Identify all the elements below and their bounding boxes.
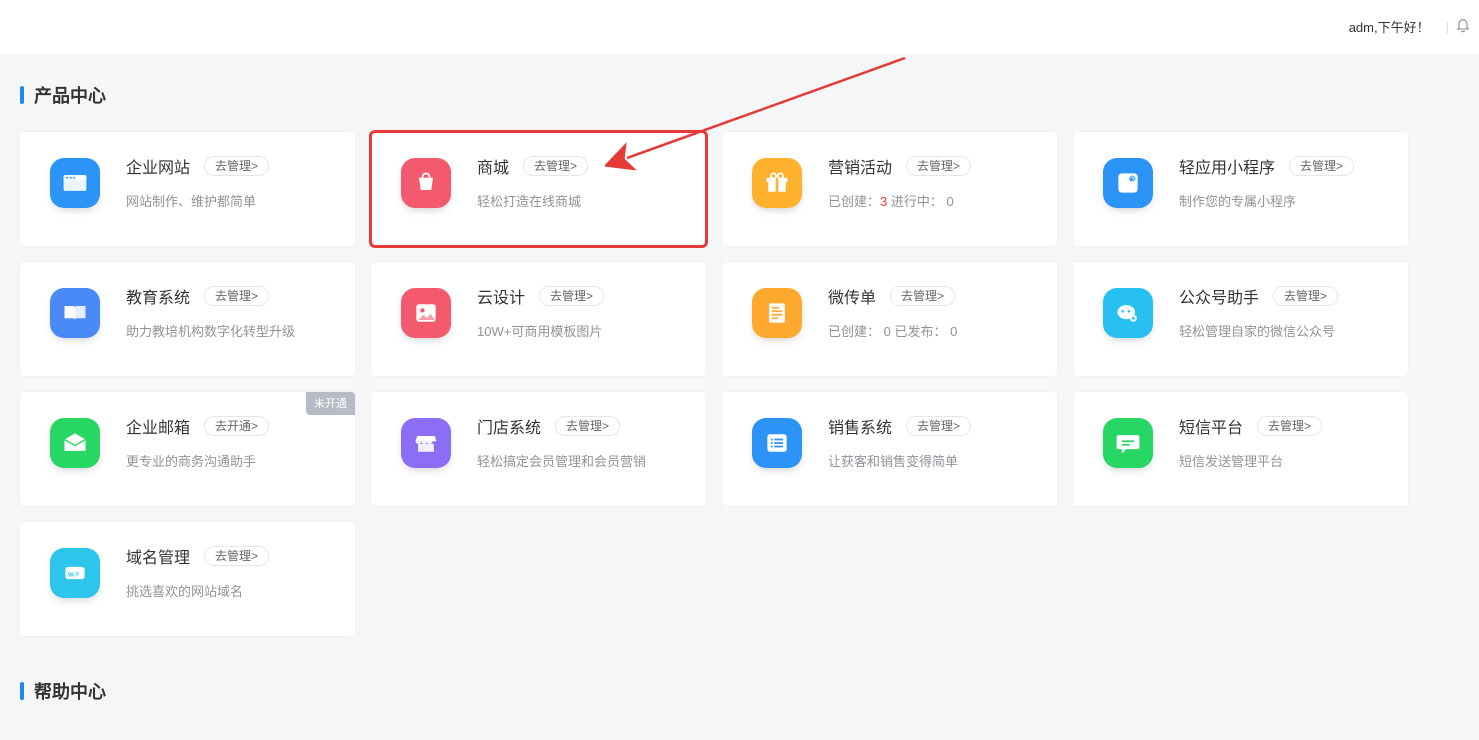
card-subtitle: 更专业的商务沟通助手	[126, 452, 325, 472]
card-title: 云设计	[477, 284, 525, 308]
bell-icon[interactable]	[1455, 17, 1471, 36]
product-card[interactable]: 企业网站去管理> 网站制作、维护都简单	[20, 132, 355, 246]
wechat-icon	[1103, 288, 1153, 338]
manage-button[interactable]: 去管理>	[523, 156, 588, 176]
card-subtitle: 轻松打造在线商城	[477, 192, 676, 212]
card-subtitle: 已创建： 0 已发布： 0	[828, 322, 1027, 342]
website-icon	[50, 158, 100, 208]
gift-icon	[752, 158, 802, 208]
card-subtitle: 网站制作、维护都简单	[126, 192, 325, 212]
flyer-icon	[752, 288, 802, 338]
manage-button[interactable]: 去管理>	[539, 286, 604, 306]
manage-button[interactable]: 去开通>	[204, 416, 269, 436]
product-card[interactable]: 营销活动去管理> 已创建：3 进行中： 0	[722, 132, 1057, 246]
card-title: 企业邮箱	[126, 414, 190, 438]
product-card[interactable]: 公众号助手去管理> 轻松管理自家的微信公众号	[1073, 262, 1408, 376]
card-subtitle: 助力教培机构数字化转型升级	[126, 322, 325, 342]
product-card[interactable]: 域名管理去管理> 挑选喜欢的网站域名	[20, 522, 355, 636]
shop-icon	[401, 158, 451, 208]
manage-button[interactable]: 去管理>	[555, 416, 620, 436]
product-card[interactable]: 企业邮箱去开通> 更专业的商务沟通助手 未开通	[20, 392, 355, 506]
product-card[interactable]: 轻应用小程序去管理> 制作您的专属小程序	[1073, 132, 1408, 246]
card-title: 教育系统	[126, 284, 190, 308]
domain-icon	[50, 548, 100, 598]
product-card[interactable]: 教育系统去管理> 助力教培机构数字化转型升级	[20, 262, 355, 376]
card-title: 门店系统	[477, 414, 541, 438]
card-subtitle: 已创建：3 进行中： 0	[828, 192, 1027, 212]
product-card[interactable]: 短信平台去管理> 短信发送管理平台	[1073, 392, 1408, 506]
card-title: 销售系统	[828, 414, 892, 438]
help-section-title: 帮助中心	[20, 678, 1479, 704]
unopened-badge: 未开通	[306, 392, 355, 415]
manage-button[interactable]: 去管理>	[204, 546, 269, 566]
card-subtitle: 让获客和销售变得简单	[828, 452, 1027, 472]
header-bar: adm,下午好！ |	[0, 0, 1479, 54]
manage-button[interactable]: 去管理>	[1289, 156, 1354, 176]
card-title: 商城	[477, 154, 509, 178]
card-subtitle: 轻松搞定会员管理和会员营销	[477, 452, 676, 472]
card-title: 短信平台	[1179, 414, 1243, 438]
card-subtitle: 挑选喜欢的网站域名	[126, 582, 325, 602]
card-title: 营销活动	[828, 154, 892, 178]
product-card[interactable]: 销售系统去管理> 让获客和销售变得简单	[722, 392, 1057, 506]
products-section-title: 产品中心	[20, 82, 1479, 108]
card-subtitle: 10W+可商用模板图片	[477, 322, 676, 342]
manage-button[interactable]: 去管理>	[204, 286, 269, 306]
card-title: 域名管理	[126, 544, 190, 568]
product-card[interactable]: 门店系统去管理> 轻松搞定会员管理和会员营销	[371, 392, 706, 506]
edu-icon	[50, 288, 100, 338]
header-divider: |	[1446, 19, 1449, 34]
product-grid: 企业网站去管理>网站制作、维护都简单商城去管理>轻松打造在线商城营销活动去管理>…	[0, 132, 1479, 636]
sms-icon	[1103, 418, 1153, 468]
manage-button[interactable]: 去管理>	[890, 286, 955, 306]
card-title: 轻应用小程序	[1179, 154, 1275, 178]
card-subtitle: 短信发送管理平台	[1179, 452, 1378, 472]
card-title: 微传单	[828, 284, 876, 308]
manage-button[interactable]: 去管理>	[1273, 286, 1338, 306]
card-title: 企业网站	[126, 154, 190, 178]
product-card[interactable]: 商城去管理> 轻松打造在线商城	[371, 132, 706, 246]
product-card[interactable]: 微传单去管理> 已创建： 0 已发布： 0	[722, 262, 1057, 376]
card-subtitle: 制作您的专属小程序	[1179, 192, 1378, 212]
manage-button[interactable]: 去管理>	[204, 156, 269, 176]
mail-icon	[50, 418, 100, 468]
card-subtitle: 轻松管理自家的微信公众号	[1179, 322, 1378, 342]
image-icon	[401, 288, 451, 338]
miniapp-icon	[1103, 158, 1153, 208]
manage-button[interactable]: 去管理>	[906, 156, 971, 176]
products-title-text: 产品中心	[34, 82, 106, 108]
card-title: 公众号助手	[1179, 284, 1259, 308]
list-icon	[752, 418, 802, 468]
manage-button[interactable]: 去管理>	[906, 416, 971, 436]
help-title-text: 帮助中心	[34, 678, 106, 704]
store-icon	[401, 418, 451, 468]
product-card[interactable]: 云设计去管理> 10W+可商用模板图片	[371, 262, 706, 376]
greeting-text: adm,下午好！	[1349, 17, 1430, 36]
manage-button[interactable]: 去管理>	[1257, 416, 1322, 436]
